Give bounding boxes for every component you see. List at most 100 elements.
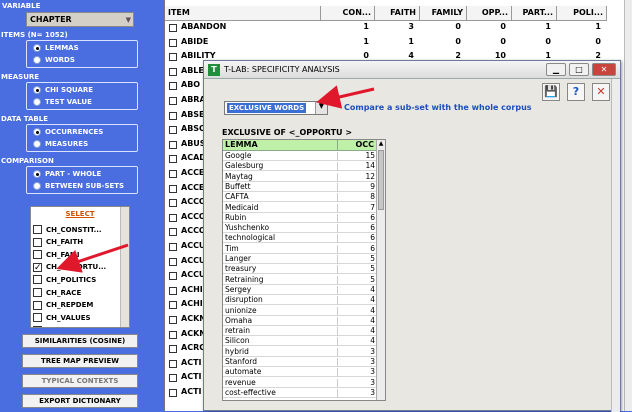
column-header[interactable]: OPP... xyxy=(467,6,512,21)
radio-lemmas[interactable]: LEMMAS xyxy=(33,44,79,52)
checkbox-icon[interactable] xyxy=(169,345,177,354)
radio-part-whole[interactable]: PART - WHOLE xyxy=(33,170,101,178)
checkbox-icon[interactable] xyxy=(33,237,42,247)
lemma-row[interactable]: Omaha 4 xyxy=(223,316,377,326)
checkbox-icon[interactable] xyxy=(169,140,177,149)
lemma-row[interactable]: Yushchenko 6 xyxy=(223,223,377,234)
checkbox-icon[interactable] xyxy=(169,184,177,193)
left-button-1[interactable]: TREE MAP PREVIEW xyxy=(22,354,138,368)
checkbox-icon[interactable] xyxy=(169,213,177,222)
lemma-row[interactable]: unionize 4 xyxy=(223,306,377,316)
checkbox-icon[interactable] xyxy=(169,82,177,91)
checkbox-icon[interactable] xyxy=(33,288,42,297)
column-header[interactable]: CON... xyxy=(321,6,375,21)
radio-occurrences[interactable]: OCCURRENCES xyxy=(33,128,103,136)
lemma-row[interactable]: Medicaid 7 xyxy=(223,203,377,213)
dialog-scrollbar[interactable] xyxy=(611,79,620,412)
save-icon[interactable]: 💾 xyxy=(542,83,560,101)
radio-measures[interactable]: MEASURES xyxy=(33,140,88,148)
column-header[interactable]: FAITH xyxy=(375,6,420,21)
radio-words[interactable]: WORDS xyxy=(33,56,75,64)
scroll-thumb[interactable] xyxy=(378,150,384,210)
left-button-0[interactable]: SIMILARITIES (COSINE) xyxy=(22,334,138,348)
lemma-row[interactable]: revenue 3 xyxy=(223,378,377,388)
lemma-row[interactable]: Rubin 6 xyxy=(223,213,377,223)
checkbox-icon[interactable] xyxy=(169,199,177,208)
lemma-row[interactable]: hybrid 3 xyxy=(223,347,377,357)
left-button-3[interactable]: EXPORT DICTIONARY xyxy=(22,394,138,408)
select-item[interactable]: CH_VALUES xyxy=(33,313,91,323)
checkbox-icon[interactable] xyxy=(169,316,177,324)
minimize-button[interactable]: ▁ xyxy=(546,63,566,76)
checkbox-icon[interactable] xyxy=(169,170,177,178)
radio-chi-square[interactable]: CHI SQUARE xyxy=(33,86,93,94)
lemma-row[interactable]: Stanford 3 xyxy=(223,357,377,367)
column-header[interactable]: POLI... xyxy=(557,6,607,21)
checkbox-icon[interactable] xyxy=(169,97,177,105)
table-scrollbar[interactable] xyxy=(624,0,632,411)
checkbox-icon[interactable] xyxy=(169,272,177,281)
chevron-down-icon[interactable]: ▼ xyxy=(315,102,327,114)
lemma-row[interactable]: disruption 4 xyxy=(223,295,377,306)
lemma-row[interactable]: Galesburg 14 xyxy=(223,161,377,172)
checkbox-icon[interactable] xyxy=(169,301,177,310)
dialog-titlebar[interactable]: T T-LAB: SPECIFICITY ANALYSIS ▁ □ ✕ xyxy=(204,61,620,79)
checkbox-icon[interactable] xyxy=(169,228,177,237)
column-header-occ[interactable]: OCC xyxy=(338,140,377,151)
lemma-row[interactable]: Sergey 4 xyxy=(223,285,377,295)
checkbox-icon[interactable] xyxy=(169,257,177,266)
checkbox-icon[interactable] xyxy=(169,155,177,164)
lemma-row[interactable]: CAFTA 8 xyxy=(223,192,377,203)
lemma-row[interactable]: Silicon 4 xyxy=(223,336,377,347)
checkbox-icon[interactable] xyxy=(169,359,177,368)
lemma-row[interactable]: automate 3 xyxy=(223,367,377,378)
maximize-button[interactable]: □ xyxy=(569,63,589,76)
select-item[interactable]: CH_WORLD xyxy=(33,325,90,327)
close-button[interactable]: ✕ xyxy=(592,63,616,76)
scroll-up-icon[interactable]: ▲ xyxy=(377,140,385,149)
checkbox-icon[interactable] xyxy=(169,286,177,295)
select-item[interactable]: CH_POLITICS xyxy=(33,275,96,285)
column-header[interactable]: FAMILY xyxy=(420,6,467,21)
radio-between-sub-sets[interactable]: BETWEEN SUB-SETS xyxy=(33,182,124,190)
table-row[interactable]: ABIDE 1 1 0 0 0 0 xyxy=(165,37,632,49)
lemma-row[interactable]: cost-effective 3 xyxy=(223,388,377,398)
select-item[interactable]: CH_CONSTIT... xyxy=(33,225,102,234)
lemma-row[interactable]: retrain 4 xyxy=(223,326,377,337)
checkbox-icon[interactable] xyxy=(169,67,177,76)
select-item[interactable]: ✓ CH_OPPORTU... xyxy=(33,262,106,272)
select-item[interactable]: CH_FAITH xyxy=(33,237,83,247)
checkbox-icon[interactable] xyxy=(33,275,42,285)
select-item[interactable]: CH_REPDEM xyxy=(33,300,93,310)
checkbox-checked-icon[interactable]: ✓ xyxy=(33,262,42,272)
checkbox-icon[interactable] xyxy=(169,111,177,120)
checkbox-icon[interactable] xyxy=(169,243,177,251)
checkbox-icon[interactable] xyxy=(169,126,177,135)
select-scrollbar[interactable] xyxy=(120,207,129,327)
select-item[interactable]: CH_FAMI xyxy=(33,250,79,260)
checkbox-icon[interactable] xyxy=(33,325,42,327)
lemma-row[interactable]: technological 6 xyxy=(223,233,377,244)
lemma-row[interactable]: Retraining 5 xyxy=(223,275,377,285)
lemma-row[interactable]: Tim 6 xyxy=(223,244,377,254)
select-item[interactable]: CH_RACE xyxy=(33,288,81,297)
lemma-row[interactable]: treasury 5 xyxy=(223,264,377,275)
checkbox-icon[interactable] xyxy=(169,330,177,339)
checkbox-icon[interactable] xyxy=(169,53,177,62)
left-button-2[interactable]: TYPICAL CONTEXTS xyxy=(22,374,138,388)
lemma-row[interactable]: Langer 5 xyxy=(223,254,377,264)
lemma-row[interactable]: Maytag 12 xyxy=(223,172,377,182)
variable-dropdown[interactable]: CHAPTER ▼ xyxy=(26,12,134,27)
checkbox-icon[interactable] xyxy=(33,313,42,323)
select-header[interactable]: SELECT xyxy=(31,210,129,218)
checkbox-icon[interactable] xyxy=(33,225,42,234)
lemma-scrollbar[interactable]: ▲ xyxy=(376,140,385,400)
help-icon[interactable]: ? xyxy=(567,83,585,101)
checkbox-icon[interactable] xyxy=(169,38,177,47)
checkbox-icon[interactable] xyxy=(169,389,177,397)
table-row[interactable]: ABANDON 1 3 0 0 1 1 xyxy=(165,22,632,34)
lemma-row[interactable]: Google 15 xyxy=(223,151,377,161)
column-header[interactable]: PART... xyxy=(512,6,557,21)
checkbox-icon[interactable] xyxy=(169,374,177,383)
radio-test-value[interactable]: TEST VALUE xyxy=(33,98,92,106)
